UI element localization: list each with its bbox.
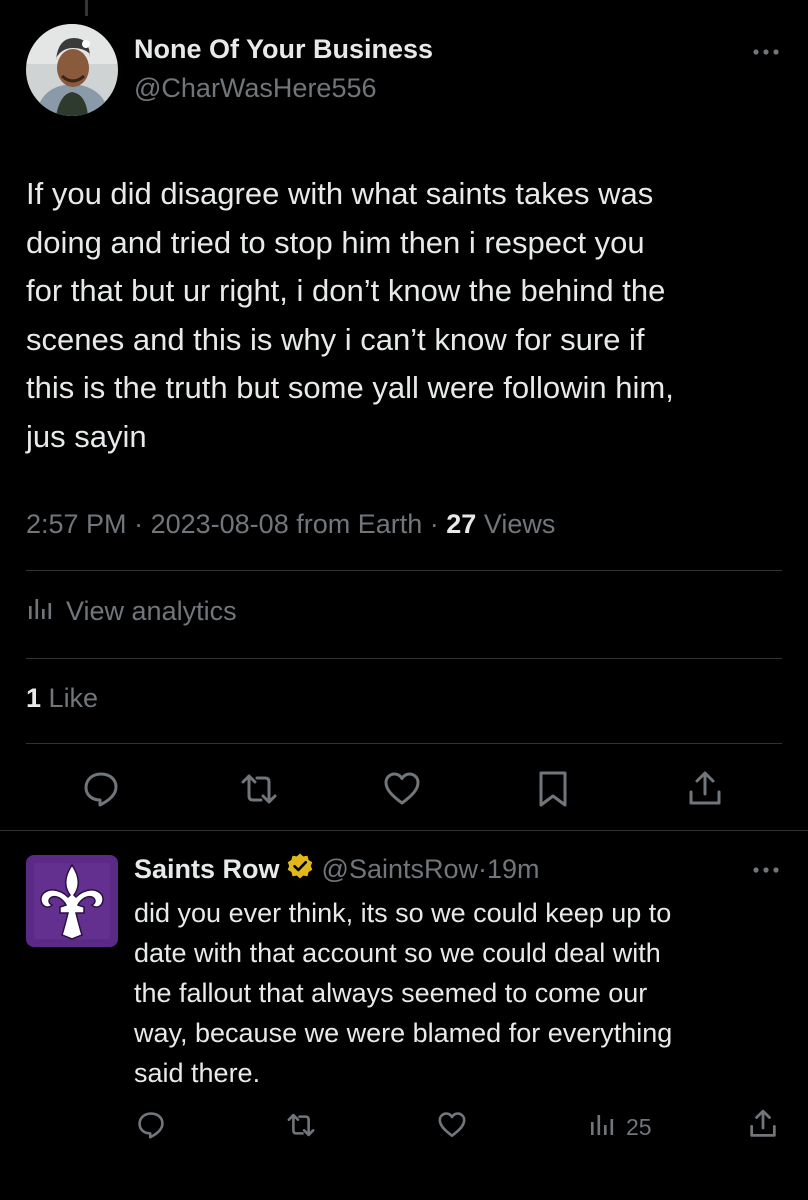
tweet-time[interactable]: 2:57 PM bbox=[26, 509, 127, 539]
divider bbox=[26, 658, 782, 659]
likes-label: Like bbox=[48, 683, 99, 713]
retweet-icon[interactable] bbox=[284, 1109, 318, 1146]
share-icon[interactable] bbox=[684, 768, 726, 815]
analytics-label: View analytics bbox=[66, 596, 237, 626]
tweet-text: If you did disagree with what saints tak… bbox=[26, 176, 674, 454]
reply-icon[interactable] bbox=[80, 768, 122, 815]
reply-author-handle[interactable]: @SaintsRow bbox=[322, 854, 478, 885]
heart-icon[interactable] bbox=[381, 768, 423, 815]
analytics-icon bbox=[588, 1110, 616, 1144]
author-handle[interactable]: @CharWasHere556 bbox=[134, 73, 377, 104]
reply-icon[interactable] bbox=[135, 1109, 167, 1146]
divider bbox=[26, 743, 782, 744]
tweet-date-source[interactable]: 2023-08-08 from Earth bbox=[151, 509, 423, 539]
analytics-icon bbox=[26, 594, 54, 629]
likes-count-link[interactable]: 1 Like bbox=[26, 683, 98, 714]
meta-separator: · bbox=[134, 509, 144, 539]
thread-connector-line bbox=[85, 0, 88, 16]
tweet-detail-page: None Of Your Business @CharWasHere556 If… bbox=[0, 0, 808, 1200]
views-count: 27 bbox=[446, 509, 477, 539]
divider bbox=[26, 570, 782, 571]
heart-icon[interactable] bbox=[436, 1109, 468, 1146]
views-label: Views bbox=[483, 509, 556, 539]
author-avatar[interactable] bbox=[26, 24, 118, 116]
reply-header: Saints Row @SaintsRow · 19m bbox=[134, 852, 540, 887]
reply-views-button[interactable]: 25 bbox=[588, 1110, 652, 1144]
tweet-metadata: 2:57 PM · 2023-08-08 from Earth · 27 Vie… bbox=[26, 509, 555, 540]
reply-time[interactable]: 19m bbox=[487, 854, 540, 885]
likes-count: 1 bbox=[26, 683, 42, 713]
meta-separator: · bbox=[429, 509, 439, 539]
meta-separator: · bbox=[478, 854, 487, 884]
bookmark-icon[interactable] bbox=[533, 768, 573, 815]
author-name[interactable]: None Of Your Business bbox=[134, 34, 433, 65]
reply-text: did you ever think, its so we could keep… bbox=[134, 898, 673, 1088]
reply-author-name[interactable]: Saints Row bbox=[134, 854, 280, 885]
verified-badge-icon[interactable] bbox=[286, 852, 314, 887]
more-icon[interactable] bbox=[748, 860, 784, 880]
view-analytics-link[interactable]: View analytics bbox=[26, 594, 237, 629]
retweet-icon[interactable] bbox=[237, 768, 281, 815]
reply-views-count: 25 bbox=[626, 1113, 652, 1140]
reply-author-avatar[interactable] bbox=[26, 855, 118, 947]
share-icon[interactable] bbox=[746, 1107, 780, 1146]
divider bbox=[0, 830, 808, 831]
more-icon[interactable] bbox=[748, 42, 784, 62]
